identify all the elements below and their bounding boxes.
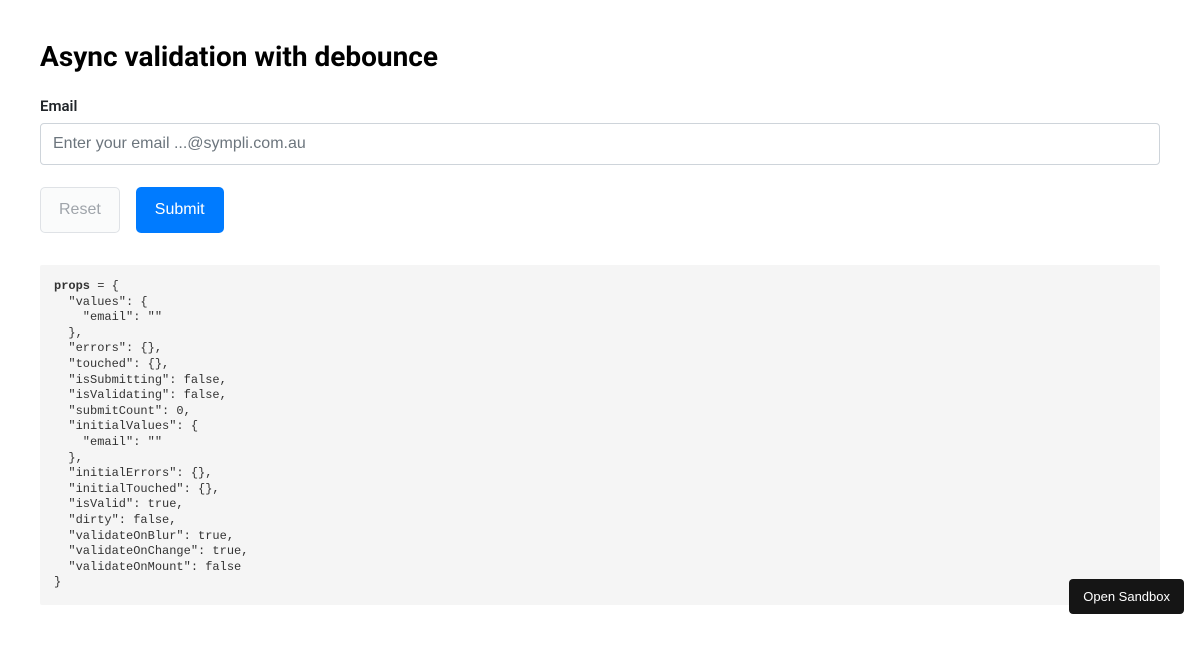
main-container: Async validation with debounce Email Res…: [0, 0, 1200, 645]
props-output: props = { "values": { "email": "" }, "er…: [40, 265, 1160, 605]
email-field[interactable]: [40, 123, 1160, 165]
reset-button[interactable]: Reset: [40, 187, 120, 233]
button-row: Reset Submit: [40, 187, 1160, 233]
email-label: Email: [40, 97, 1160, 115]
code-prefix: props: [54, 279, 90, 293]
open-sandbox-button[interactable]: Open Sandbox: [1069, 579, 1184, 614]
code-body: = { "values": { "email": "" }, "errors":…: [54, 279, 248, 589]
page-title: Async validation with debounce: [40, 40, 1160, 73]
submit-button[interactable]: Submit: [136, 187, 224, 233]
